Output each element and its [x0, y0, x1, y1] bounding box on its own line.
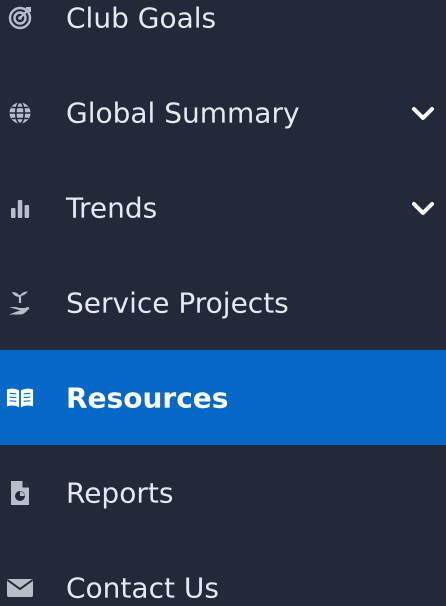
- sidebar-item-contact-us[interactable]: Contact Us: [0, 540, 446, 606]
- envelope-icon: [6, 575, 34, 601]
- sidebar-item-resources[interactable]: Resources: [0, 350, 446, 445]
- sidebar-item-label: Global Summary: [66, 96, 300, 129]
- chevron-down-icon[interactable]: [410, 198, 436, 218]
- sidebar-item-label: Club Goals: [66, 1, 217, 34]
- sidebar-item-global-summary[interactable]: Global Summary: [0, 65, 446, 160]
- sidebar-item-label: Reports: [66, 476, 174, 509]
- open-book-icon: [6, 385, 34, 411]
- bar-chart-icon: [6, 195, 34, 221]
- target-icon: [6, 5, 34, 31]
- sidebar-item-label: Trends: [66, 191, 158, 224]
- sidebar-item-label: Resources: [66, 381, 229, 414]
- sidebar-item-reports[interactable]: Reports: [0, 445, 446, 540]
- hand-sprout-icon: [6, 290, 34, 316]
- report-document-icon: [6, 480, 34, 506]
- sidebar-item-label: Contact Us: [66, 571, 219, 604]
- sidebar-nav: Club Goals Global Summary Trends Service…: [0, 0, 446, 606]
- globe-icon: [6, 100, 34, 126]
- sidebar-item-trends[interactable]: Trends: [0, 160, 446, 255]
- chevron-down-icon[interactable]: [410, 103, 436, 123]
- sidebar-item-club-goals[interactable]: Club Goals: [0, 0, 446, 65]
- sidebar-item-label: Service Projects: [66, 286, 289, 319]
- sidebar-menu: Club Goals Global Summary Trends Service…: [0, 0, 446, 606]
- sidebar-item-service-projects[interactable]: Service Projects: [0, 255, 446, 350]
